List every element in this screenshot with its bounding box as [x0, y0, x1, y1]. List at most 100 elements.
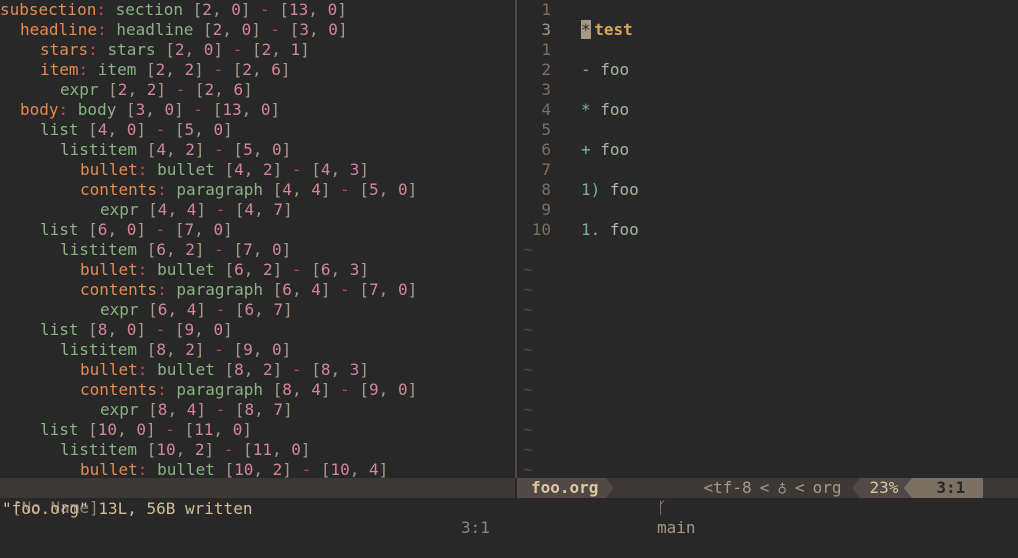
- end-row: 4: [320, 160, 331, 179]
- list-bullet: *: [581, 100, 591, 119]
- node-type: list: [40, 420, 79, 439]
- tree-line: expr [4, 4] - [4, 7]: [100, 200, 293, 219]
- empty-line-marker: ~: [523, 340, 533, 359]
- linux-icon: ♁: [777, 478, 787, 497]
- field-name: bullet: [80, 460, 138, 478]
- start-row: 8: [157, 400, 168, 419]
- end-row: 2: [242, 60, 252, 79]
- start-col: 2: [185, 140, 195, 159]
- editor-line[interactable]: 9: [517, 200, 1018, 220]
- end-col: 4: [369, 460, 379, 478]
- end-row: 8: [244, 400, 255, 419]
- tree-line: subsection: section [2, 0] - [13, 0]: [0, 0, 347, 19]
- end-col: 0: [260, 100, 271, 119]
- file-name: foo.org: [517, 478, 607, 498]
- editor-line[interactable]: 3 * test: [517, 20, 1018, 40]
- start-row: 8: [234, 360, 244, 379]
- node-type: paragraph: [176, 180, 264, 199]
- empty-line-marker: ~: [523, 460, 533, 478]
- start-col: 0: [126, 220, 137, 239]
- editor-line[interactable]: 1: [517, 40, 1018, 60]
- editor-line[interactable]: 4 * foo: [517, 100, 1018, 120]
- tree-line: body: body [3, 0] - [13, 0]: [20, 100, 281, 119]
- cursor-star: *: [581, 20, 591, 39]
- tree-line: listitem [8, 2] - [9, 0]: [60, 340, 292, 359]
- tree-line: contents: paragraph [6, 4] - [7, 0]: [80, 280, 418, 299]
- list-bullet: -: [581, 60, 591, 79]
- empty-line-marker: ~: [523, 260, 533, 279]
- node-type: expr: [100, 200, 139, 219]
- tree-line: bullet: bullet [10, 2] - [10, 4]: [80, 460, 389, 478]
- list-text: foo: [600, 60, 630, 79]
- start-col: 4: [311, 380, 321, 399]
- editor-line[interactable]: 7: [517, 160, 1018, 180]
- command-line[interactable]: "foo.org" 13L, 56B written: [0, 498, 1018, 520]
- editor-line[interactable]: 8 1) foo: [517, 180, 1018, 200]
- tree-line: bullet: bullet [4, 2] - [4, 3]: [80, 160, 370, 179]
- end-col: 0: [291, 440, 301, 459]
- end-col: 3: [349, 360, 360, 379]
- line-number: 3: [541, 20, 551, 39]
- field-name: contents: [80, 380, 158, 399]
- syntax-tree-pane[interactable]: subsection: section [2, 0] - [13, 0] head…: [0, 0, 515, 478]
- node-type: stars: [107, 40, 156, 59]
- end-col: 0: [397, 380, 408, 399]
- editor-line[interactable]: 6 + foo: [517, 140, 1018, 160]
- end-row: 7: [369, 280, 379, 299]
- end-row: 2: [204, 80, 215, 99]
- tree-line: expr [2, 2] - [2, 6]: [60, 80, 253, 99]
- editor-pane[interactable]: 1 3 * test 1 2- foo 3 4 * foo 5 6 + foo 7 8 1) foo 9 10…: [517, 0, 1018, 478]
- empty-line-marker: ~: [523, 360, 533, 379]
- node-type: expr: [60, 80, 99, 99]
- line-number: 1: [541, 40, 551, 59]
- node-type: expr: [100, 400, 139, 419]
- editor-line[interactable]: 3: [517, 80, 1018, 100]
- end-row: 13: [222, 100, 242, 119]
- line-number: 3: [541, 80, 551, 99]
- editor-line[interactable]: 1: [517, 0, 1018, 20]
- end-row: 4: [244, 200, 255, 219]
- start-row: 8: [156, 340, 166, 359]
- tree-line: headline: headline [2, 0] - [3, 0]: [20, 20, 348, 39]
- tree-line: listitem [10, 2] - [11, 0]: [60, 440, 311, 459]
- line-number: 1: [541, 0, 551, 19]
- line-number: 6: [541, 140, 551, 159]
- end-row: 7: [184, 220, 195, 239]
- list-bullet: 1.: [581, 220, 601, 239]
- node-type: paragraph: [176, 380, 264, 399]
- end-row: 10: [330, 460, 350, 478]
- start-row: 6: [282, 280, 292, 299]
- start-row: 4: [157, 200, 168, 219]
- end-col: 0: [397, 180, 408, 199]
- start-row: 10: [234, 460, 254, 478]
- empty-line-marker: ~: [523, 380, 533, 399]
- node-type: bullet: [157, 160, 215, 179]
- node-type: list: [40, 120, 79, 139]
- editor-line[interactable]: 2 - foo: [517, 60, 1018, 80]
- start-col: 2: [146, 80, 157, 99]
- start-col: 4: [311, 280, 321, 299]
- git-branch: main: [656, 518, 696, 537]
- end-row: 11: [252, 440, 272, 459]
- editor-line[interactable]: 10 1. foo: [517, 220, 1018, 240]
- empty-line-marker: ~: [523, 400, 533, 419]
- start-row: 4: [156, 140, 166, 159]
- separator-arrow-icon: [606, 478, 615, 498]
- empty-line-marker: ~: [523, 440, 533, 459]
- editor-line[interactable]: 5: [517, 120, 1018, 140]
- start-col: 2: [185, 340, 195, 359]
- start-col: 2: [272, 460, 283, 478]
- node-type: listitem: [60, 140, 138, 159]
- tree-line: contents: paragraph [8, 4] - [9, 0]: [80, 380, 418, 399]
- list-text: foo: [609, 220, 639, 239]
- node-type: section: [115, 0, 184, 19]
- start-row: 2: [117, 80, 128, 99]
- cursor-position: 3:1: [912, 478, 984, 498]
- end-col: 0: [328, 20, 338, 39]
- node-type: bullet: [157, 460, 215, 478]
- tree-line: listitem [6, 2] - [7, 0]: [60, 240, 292, 259]
- start-col: 2: [185, 240, 195, 259]
- end-row: 2: [261, 40, 272, 59]
- start-row: 6: [97, 220, 108, 239]
- line-number: 8: [541, 180, 551, 199]
